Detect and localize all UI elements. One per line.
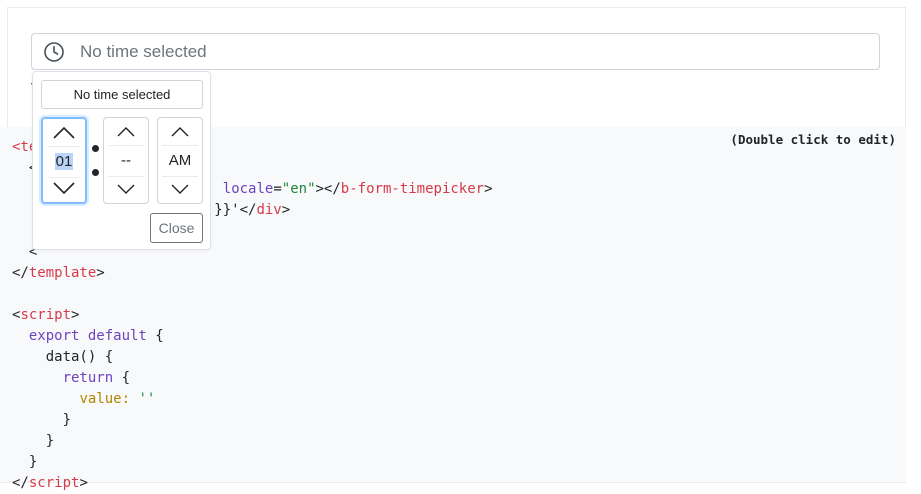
- code-token: >: [71, 307, 80, 323]
- code-line: export default {: [12, 326, 493, 347]
- code-line: </template>: [12, 263, 493, 284]
- code-token: </: [12, 265, 29, 281]
- code-token: return: [62, 370, 114, 386]
- code-token: {: [113, 370, 131, 386]
- code-token: >: [281, 202, 291, 218]
- code-token: export default: [28, 328, 147, 344]
- code-token: >: [79, 475, 88, 491]
- ampm-decrement-button[interactable]: [158, 177, 202, 201]
- hours-decrement-button[interactable]: [43, 176, 85, 200]
- timepicker-input[interactable]: No time selected: [31, 33, 880, 70]
- minutes-increment-button[interactable]: [104, 120, 148, 144]
- chevron-up-icon: [171, 127, 189, 137]
- code-token: b-form-timepicker: [340, 181, 485, 197]
- minutes-spinbutton[interactable]: --: [103, 117, 149, 204]
- code-line: </script>: [12, 473, 493, 494]
- code-token: "en": [281, 181, 316, 197]
- code-line: }: [12, 431, 493, 452]
- code-token: script: [28, 475, 80, 491]
- code-token: script: [20, 307, 72, 323]
- close-button[interactable]: Close: [150, 213, 203, 243]
- code-token: }: [12, 412, 72, 428]
- code-token: locale: [222, 181, 274, 197]
- code-line: }: [12, 410, 493, 431]
- separator-dot: [92, 145, 99, 152]
- minutes-value: --: [121, 152, 131, 169]
- chevron-down-icon: [171, 184, 189, 194]
- code-token: >: [484, 181, 493, 197]
- timepicker-header: No time selected: [41, 80, 203, 109]
- code-line: return {: [12, 368, 493, 389]
- code-token: }: [12, 433, 55, 449]
- code-token: data() {: [12, 349, 114, 365]
- separator-dot: [92, 169, 99, 176]
- code-token: ></: [315, 181, 341, 197]
- ampm-spinbutton[interactable]: AM: [157, 117, 203, 204]
- code-line: }: [12, 452, 493, 473]
- code-token: }: [12, 454, 38, 470]
- code-token: </: [12, 475, 29, 491]
- ampm-value: AM: [168, 152, 192, 169]
- hours-spinbutton[interactable]: 01: [41, 117, 87, 204]
- edit-hint: (Double click to edit): [730, 132, 896, 147]
- code-line: value: '': [12, 389, 493, 410]
- code-line: data() {: [12, 347, 493, 368]
- chevron-down-icon: [117, 184, 135, 194]
- code-token: {: [146, 328, 164, 344]
- code-token: =: [273, 181, 282, 197]
- code-token: >: [96, 265, 105, 281]
- timepicker-dropdown: No time selected 01 -- AM Close: [32, 71, 211, 250]
- chevron-down-icon: [53, 182, 75, 195]
- code-token: template: [28, 265, 97, 281]
- hours-increment-button[interactable]: [43, 121, 85, 145]
- hours-value: 01: [54, 153, 74, 170]
- code-token: div: [256, 202, 282, 218]
- chevron-up-icon: [117, 127, 135, 137]
- minutes-decrement-button[interactable]: [104, 177, 148, 201]
- ampm-increment-button[interactable]: [158, 120, 202, 144]
- code-token: '': [138, 391, 156, 407]
- timepicker-placeholder: No time selected: [80, 42, 207, 61]
- code-line: <script>: [12, 305, 493, 326]
- chevron-up-icon: [53, 126, 75, 139]
- clock-icon: [44, 42, 64, 62]
- code-token: value:: [79, 391, 131, 407]
